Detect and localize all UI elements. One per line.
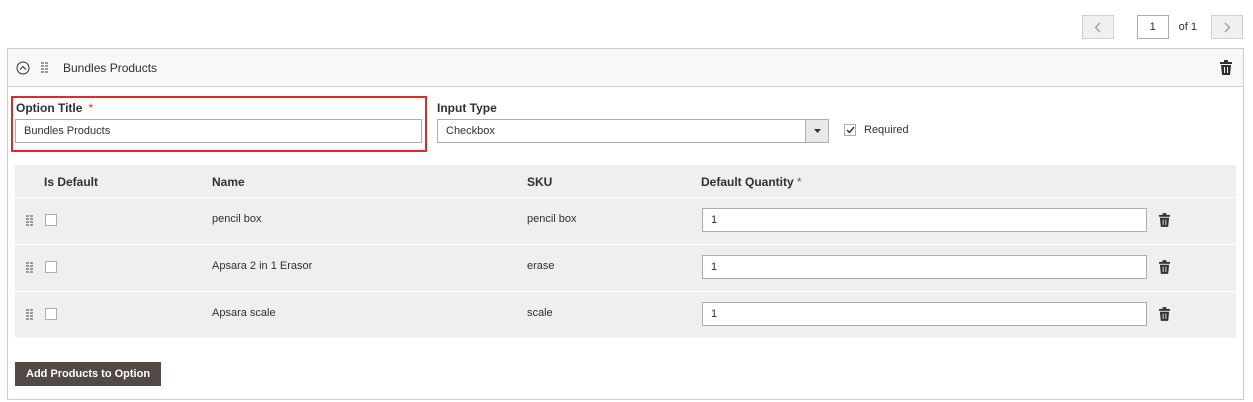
is-default-checkbox[interactable] bbox=[45, 261, 57, 273]
input-type-value: Checkbox bbox=[446, 125, 495, 137]
delete-option-trash-icon[interactable] bbox=[1220, 60, 1232, 75]
drag-handle-icon[interactable] bbox=[26, 215, 34, 227]
bundle-option-fieldset: Bundles Products Option Title * Bundles P… bbox=[7, 48, 1244, 400]
product-sku: scale bbox=[527, 307, 553, 319]
required-checkbox[interactable] bbox=[844, 124, 856, 136]
required-star: * bbox=[88, 101, 94, 115]
required-label: Required bbox=[864, 124, 909, 136]
collapse-toggle-icon[interactable] bbox=[16, 61, 30, 75]
table-row: Apsara scale scale 1 bbox=[15, 292, 1236, 339]
option-title-input[interactable]: Bundles Products bbox=[15, 119, 422, 143]
page-number-input[interactable]: 1 bbox=[1136, 15, 1169, 39]
is-default-checkbox[interactable] bbox=[45, 214, 57, 226]
is-default-checkbox[interactable] bbox=[45, 308, 57, 320]
previous-page-button[interactable] bbox=[1081, 15, 1114, 39]
product-name: Apsara 2 in 1 Erasor bbox=[212, 260, 313, 272]
table-row: Apsara 2 in 1 Erasor erase 1 bbox=[15, 245, 1236, 292]
header-default-quantity: Default Quantity * bbox=[701, 175, 802, 189]
required-star: * bbox=[797, 175, 802, 189]
delete-row-trash-icon[interactable] bbox=[1159, 213, 1170, 227]
table-row: pencil box pencil box 1 bbox=[15, 198, 1236, 245]
page-count-label: of 1 bbox=[1178, 21, 1197, 33]
chevron-left-icon bbox=[1094, 22, 1101, 32]
header-name: Name bbox=[212, 175, 245, 189]
product-name: pencil box bbox=[212, 213, 262, 225]
drag-handle-icon[interactable] bbox=[41, 61, 49, 74]
header-sku: SKU bbox=[527, 175, 553, 189]
default-quantity-input[interactable]: 1 bbox=[702, 208, 1147, 232]
pager: 1 of 1 bbox=[1081, 15, 1243, 39]
option-title-label: Option Title * bbox=[16, 101, 94, 115]
option-header-title: Bundles Products bbox=[63, 60, 158, 75]
product-sku: pencil box bbox=[527, 213, 577, 225]
delete-row-trash-icon[interactable] bbox=[1159, 260, 1170, 274]
option-header: Bundles Products bbox=[8, 49, 1243, 87]
product-sku: erase bbox=[527, 260, 555, 272]
dropdown-arrow-icon[interactable] bbox=[805, 120, 828, 142]
default-quantity-input[interactable]: 1 bbox=[702, 302, 1147, 326]
delete-row-trash-icon[interactable] bbox=[1159, 307, 1170, 321]
checkmark-icon bbox=[846, 126, 855, 134]
product-name: Apsara scale bbox=[212, 307, 276, 319]
next-page-button[interactable] bbox=[1211, 15, 1243, 39]
selections-table: Is Default Name SKU Default Quantity * p… bbox=[15, 165, 1236, 339]
input-type-label: Input Type bbox=[437, 101, 497, 115]
default-quantity-input[interactable]: 1 bbox=[702, 255, 1147, 279]
add-products-to-option-button[interactable]: Add Products to Option bbox=[15, 362, 162, 386]
chevron-right-icon bbox=[1224, 22, 1230, 32]
table-header: Is Default Name SKU Default Quantity * bbox=[15, 165, 1236, 198]
input-type-select[interactable]: Checkbox bbox=[437, 119, 829, 143]
drag-handle-icon[interactable] bbox=[26, 262, 34, 274]
header-is-default: Is Default bbox=[44, 175, 99, 189]
drag-handle-icon[interactable] bbox=[26, 309, 34, 321]
